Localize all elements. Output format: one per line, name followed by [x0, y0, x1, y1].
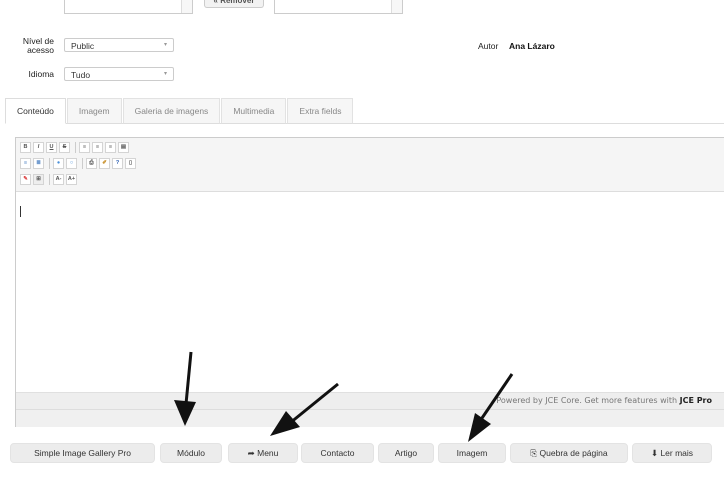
imagem-button[interactable]: Imagem — [438, 443, 506, 463]
rich-text-editor: B I U S ≡ ≡ ≡ ▤ ≡ ≣ ● ○ ⎙ ✐ ? ▯ ✎ ⊞ A- A… — [15, 137, 724, 427]
associated-list-right[interactable] — [274, 0, 403, 14]
select-caret-icon: ▾ — [163, 42, 167, 48]
arrow-down-icon: ⬇ — [650, 448, 661, 458]
associated-list-left[interactable] — [64, 0, 193, 14]
toolbar-separator — [75, 142, 76, 153]
ler-mais-label: Ler mais — [660, 448, 694, 458]
font-larger-icon[interactable]: A+ — [66, 174, 77, 185]
toolbar-row-1: B I U S ≡ ≡ ≡ ▤ — [20, 142, 131, 153]
editor-toolbar: B I U S ≡ ≡ ≡ ▤ ≡ ≣ ● ○ ⎙ ✐ ? ▯ ✎ ⊞ A- A… — [16, 138, 724, 192]
copy-icon: ⎘ — [530, 448, 540, 458]
link-icon[interactable]: ● — [53, 158, 64, 169]
underline-icon[interactable]: U — [46, 142, 57, 153]
tab-imagem[interactable]: Imagem — [66, 98, 122, 124]
remove-button[interactable]: « Remover — [204, 0, 264, 8]
editor-extra-buttons: Simple Image Gallery Pro Módulo ➦ Menu C… — [10, 436, 724, 466]
indent-icon[interactable]: ≡ — [20, 158, 31, 169]
tab-multimedia[interactable]: Multimedia — [221, 98, 287, 124]
align-center-icon[interactable]: ≡ — [92, 142, 103, 153]
access-level-label: Nível de acesso — [10, 37, 54, 55]
content-tabs: Conteúdo Imagem Galeria de imagens Multi… — [5, 98, 354, 124]
text-cursor[interactable] — [20, 206, 21, 217]
modulo-button[interactable]: Módulo — [160, 443, 222, 463]
toolbar-row-2: ≡ ≣ ● ○ ⎙ ✐ ? ▯ — [20, 158, 138, 169]
language-value: Tudo — [71, 70, 91, 80]
list-scrollbar[interactable] — [181, 0, 192, 13]
align-right-icon[interactable]: ≡ — [105, 142, 116, 153]
access-label-line2: acesso — [27, 45, 54, 55]
tab-conteudo[interactable]: Conteúdo — [5, 98, 66, 124]
toolbar-separator — [49, 174, 50, 185]
access-level-value: Public — [71, 41, 95, 51]
print-icon[interactable]: ⎙ — [86, 158, 97, 169]
jce-pro-link[interactable]: JCE Pro — [680, 396, 712, 405]
align-justify-icon[interactable]: ▤ — [118, 142, 129, 153]
table-icon[interactable]: ⊞ — [33, 174, 44, 185]
tab-extra-fields[interactable]: Extra fields — [287, 98, 354, 124]
help-icon[interactable]: ? — [112, 158, 123, 169]
author-label: Autor — [478, 41, 499, 51]
editor-resize-bar[interactable] — [16, 409, 724, 427]
editor-statusbar: Powered by JCE Core. Get more features w… — [16, 392, 724, 409]
language-label: Idioma — [28, 69, 54, 79]
bold-icon[interactable]: B — [20, 142, 31, 153]
toolbar-separator — [49, 158, 50, 169]
language-select[interactable]: Tudo ▾ — [64, 67, 174, 81]
statusbar-text: Powered by JCE Core. Get more features w… — [496, 396, 680, 405]
ler-mais-button[interactable]: ⬇ Ler mais — [632, 443, 712, 463]
font-smaller-icon[interactable]: A- — [53, 174, 64, 185]
align-left-icon[interactable]: ≡ — [79, 142, 90, 153]
menu-button-label: Menu — [257, 448, 279, 458]
simple-image-gallery-button[interactable]: Simple Image Gallery Pro — [10, 443, 155, 463]
list-scrollbar[interactable] — [391, 0, 402, 13]
contacto-button[interactable]: Contacto — [301, 443, 374, 463]
artigo-button[interactable]: Artigo — [378, 443, 434, 463]
outdent-icon[interactable]: ≣ — [33, 158, 44, 169]
share-arrow-icon: ➦ — [247, 448, 258, 458]
quebra-label: Quebra de página — [539, 448, 608, 458]
strikethrough-icon[interactable]: S — [59, 142, 70, 153]
eraser-icon[interactable]: ✎ — [20, 174, 31, 185]
unlink-icon[interactable]: ○ — [66, 158, 77, 169]
tab-galeria[interactable]: Galeria de imagens — [122, 98, 221, 124]
author-value: Ana Lázaro — [509, 41, 555, 51]
select-caret-icon: ▾ — [163, 71, 167, 77]
italic-icon[interactable]: I — [33, 142, 44, 153]
preview-icon[interactable]: ▯ — [125, 158, 136, 169]
toolbar-row-3: ✎ ⊞ A- A+ — [20, 174, 79, 185]
menu-button[interactable]: ➦ Menu — [228, 443, 298, 463]
access-level-select[interactable]: Public ▾ — [64, 38, 174, 52]
cleanup-icon[interactable]: ✐ — [99, 158, 110, 169]
quebra-de-pagina-button[interactable]: ⎘ Quebra de página — [510, 443, 628, 463]
toolbar-separator — [82, 158, 83, 169]
